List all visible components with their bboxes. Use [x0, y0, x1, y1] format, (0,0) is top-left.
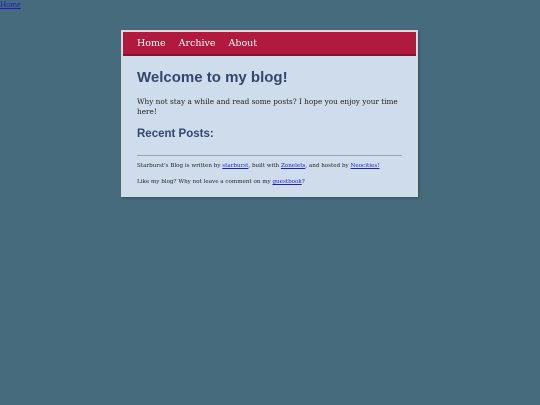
nav-bar: Home Archive About — [123, 32, 416, 56]
nav-item-about[interactable]: About — [229, 38, 258, 49]
page-title: Welcome to my blog! — [137, 69, 288, 86]
nav-item-home[interactable]: Home — [137, 38, 166, 49]
footer-credits-prefix: Starburst's Blog is written by — [137, 163, 223, 169]
footer-credits: Starburst's Blog is written by starburst… — [137, 162, 402, 170]
footer-guestbook-prefix: Like my blog? Why not leave a comment on… — [137, 179, 273, 185]
footer-credits-mid: , built with — [248, 163, 281, 169]
nav-item-archive[interactable]: Archive — [179, 38, 216, 49]
footer-guestbook: Like my blog? Why not leave a comment on… — [137, 178, 402, 186]
main-content: Welcome to my blog! Why not stay a while… — [123, 56, 416, 186]
neocities-link[interactable]: Neocities! — [350, 163, 379, 169]
guestbook-link[interactable]: guestbook — [272, 179, 301, 185]
footer-credits-mid2: , and hosted by — [305, 163, 351, 169]
intro-text: Why not stay a while and read some posts… — [137, 97, 398, 116]
home-link-top[interactable]: Home — [0, 0, 21, 9]
author-link[interactable]: starburst — [222, 163, 248, 169]
footer-divider — [137, 155, 402, 156]
blog-container: Home Archive About Welcome to my blog! W… — [121, 30, 418, 197]
zonelets-link[interactable]: Zonelets — [281, 163, 305, 169]
recent-posts-heading: Recent Posts: — [137, 128, 214, 140]
footer-guestbook-suffix: ? — [301, 179, 305, 185]
